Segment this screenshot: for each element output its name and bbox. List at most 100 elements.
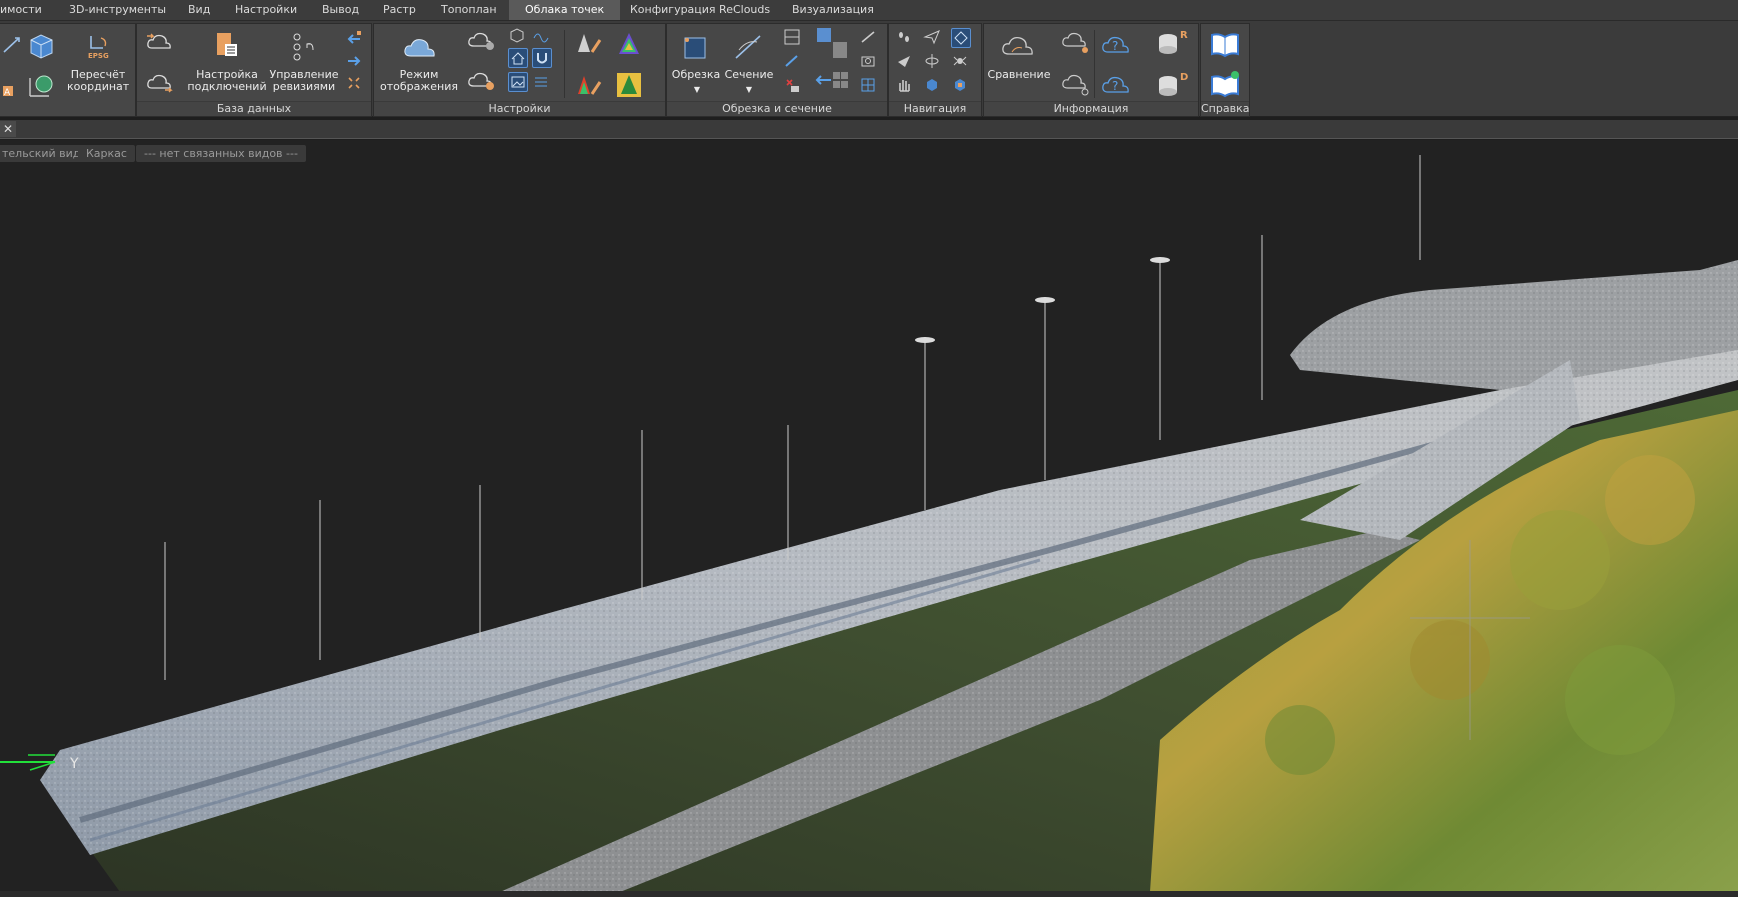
display-mode-button[interactable]: Режим отображения: [376, 69, 462, 93]
magnet-icon[interactable]: [532, 48, 552, 68]
section-button[interactable]: Сечение: [723, 69, 775, 81]
cube-blue-icon[interactable]: [923, 76, 941, 94]
book-online-icon[interactable]: [1209, 70, 1241, 98]
panel-coordinates: A EPSG Пересчёт координат: [0, 23, 136, 117]
section-icon[interactable]: [733, 32, 763, 62]
cloud-upload-icon[interactable]: [145, 30, 175, 54]
hand-pan-icon[interactable]: [895, 76, 913, 94]
compare-button[interactable]: Сравнение: [984, 69, 1054, 81]
cloud-bulb-icon[interactable]: [466, 68, 498, 94]
connection-settings-button[interactable]: Настройка подключений: [187, 69, 267, 93]
panel-navigation: Навигация: [888, 23, 982, 117]
svg-text:EPSG: EPSG: [88, 52, 109, 60]
tab-visualization[interactable]: Визуализация: [792, 0, 874, 20]
view-tab-wireframe[interactable]: Каркас: [78, 145, 135, 162]
send-icon[interactable]: [895, 52, 913, 70]
paper-plane-icon[interactable]: [923, 28, 941, 46]
transform-icon[interactable]: [1, 34, 23, 56]
separator: [1094, 30, 1095, 98]
panel-title-clip-section: Обрезка и сечение: [667, 101, 887, 116]
orbit-icon[interactable]: [923, 52, 941, 70]
tab-output[interactable]: Вывод: [322, 0, 359, 20]
layers-icon[interactable]: [532, 72, 550, 90]
tab-3d-tools[interactable]: 3D-инструменты: [69, 0, 166, 20]
cloud-dot-orange-icon[interactable]: [1060, 30, 1090, 56]
display-mode-icon[interactable]: [402, 34, 438, 60]
revisions-button[interactable]: Управление ревизиями: [269, 69, 339, 93]
camera-icon[interactable]: [859, 52, 877, 70]
spider-icon[interactable]: [951, 52, 969, 70]
database-r-icon[interactable]: R: [1156, 28, 1190, 58]
point-cloud-viewport[interactable]: Y: [0, 140, 1738, 892]
close-icon[interactable]: ✕: [0, 121, 16, 137]
cloud-dot-white-icon[interactable]: [1060, 72, 1090, 98]
panel-help: Справка: [1200, 23, 1250, 117]
arrow-left-icon[interactable]: [345, 30, 363, 48]
document-tab-bar: [0, 120, 1738, 139]
tree-grey-brush-icon[interactable]: [574, 30, 604, 60]
globe-icon[interactable]: [27, 72, 55, 100]
svg-text:?: ?: [1112, 79, 1118, 93]
tab-point-clouds[interactable]: Облака точек: [509, 0, 621, 20]
panel-title-settings: Настройки: [374, 101, 665, 116]
compare-icon[interactable]: [1000, 32, 1036, 58]
menu-bar: имости 3D-инструменты Вид Настройки Выво…: [0, 0, 1738, 21]
database-d-icon[interactable]: D: [1156, 70, 1190, 100]
cloud-download-icon[interactable]: [145, 70, 175, 94]
view-tab-named-view[interactable]: тельский вид: [0, 145, 89, 162]
scatter-icon[interactable]: [345, 74, 363, 92]
panel-title-information: Информация: [984, 101, 1198, 116]
connection-settings-icon[interactable]: [211, 30, 241, 60]
save-grid-icon[interactable]: [815, 26, 849, 60]
cloud-help-2-icon[interactable]: ?: [1100, 70, 1132, 98]
status-bar: [0, 891, 1738, 897]
tree-rainbow-brush-icon[interactable]: [614, 30, 644, 60]
panel-clip-section: Обрезка ▼ Сечение ▼ Обрезка и сечение: [666, 23, 888, 117]
cross-cut-icon[interactable]: [783, 76, 801, 94]
box-orange-icon[interactable]: [951, 76, 969, 94]
svg-text:A: A: [4, 88, 11, 98]
footsteps-icon[interactable]: [895, 28, 913, 46]
panel-title-database: База данных: [137, 101, 371, 116]
reproject-button[interactable]: Пересчёт координат: [67, 69, 129, 93]
cloud-light-icon[interactable]: [466, 28, 498, 54]
arrow-right-icon[interactable]: [345, 52, 363, 70]
tree-color-brush-icon[interactable]: [574, 72, 604, 102]
panel-title-help: Справка: [1201, 101, 1250, 116]
svg-text:?: ?: [1112, 39, 1118, 53]
panel-database: Настройка подключений Управление ревизия…: [136, 23, 372, 117]
scale-a-icon[interactable]: A: [1, 76, 23, 98]
slash-tool-icon[interactable]: [859, 28, 877, 46]
tab-settings[interactable]: Настройки: [235, 0, 297, 20]
revisions-icon[interactable]: [289, 32, 319, 62]
image-icon[interactable]: [508, 72, 528, 92]
panel-settings: Режим отображения Настройки: [373, 23, 666, 117]
cube-icon[interactable]: [25, 30, 57, 62]
svg-text:R: R: [1180, 30, 1188, 41]
grid-view-icon[interactable]: [859, 76, 877, 94]
tab-view[interactable]: Вид: [188, 0, 210, 20]
clip-icon[interactable]: [681, 32, 711, 62]
tree-image-icon[interactable]: [614, 70, 644, 100]
tab-properties[interactable]: имости: [0, 0, 42, 20]
cloud-help-icon[interactable]: ?: [1100, 30, 1132, 58]
book-icon[interactable]: [1209, 30, 1241, 58]
panel-title-navigation: Навигация: [889, 101, 981, 116]
y-axis-label: Y: [69, 756, 79, 772]
svg-text:D: D: [1180, 72, 1188, 83]
cut-arrow-icon[interactable]: [783, 52, 801, 70]
export-grid-icon[interactable]: [815, 68, 849, 98]
epsg-icon[interactable]: EPSG: [85, 32, 113, 60]
house-icon[interactable]: [508, 48, 528, 68]
section-dropdown-icon[interactable]: ▼: [739, 84, 759, 96]
clip-dropdown-icon[interactable]: ▼: [687, 84, 707, 96]
box-icon[interactable]: [508, 26, 526, 44]
tab-reclouds-config[interactable]: Конфигурация ReClouds: [630, 0, 770, 20]
wave-icon[interactable]: [532, 26, 550, 44]
tab-topoplan[interactable]: Топоплан: [441, 0, 497, 20]
split-icon[interactable]: [783, 28, 801, 46]
view-tab-linked-views[interactable]: --- нет связанных видов ---: [136, 145, 306, 162]
tab-raster[interactable]: Растр: [383, 0, 416, 20]
top-view-icon[interactable]: [951, 28, 971, 48]
clip-button[interactable]: Обрезка: [669, 69, 723, 81]
